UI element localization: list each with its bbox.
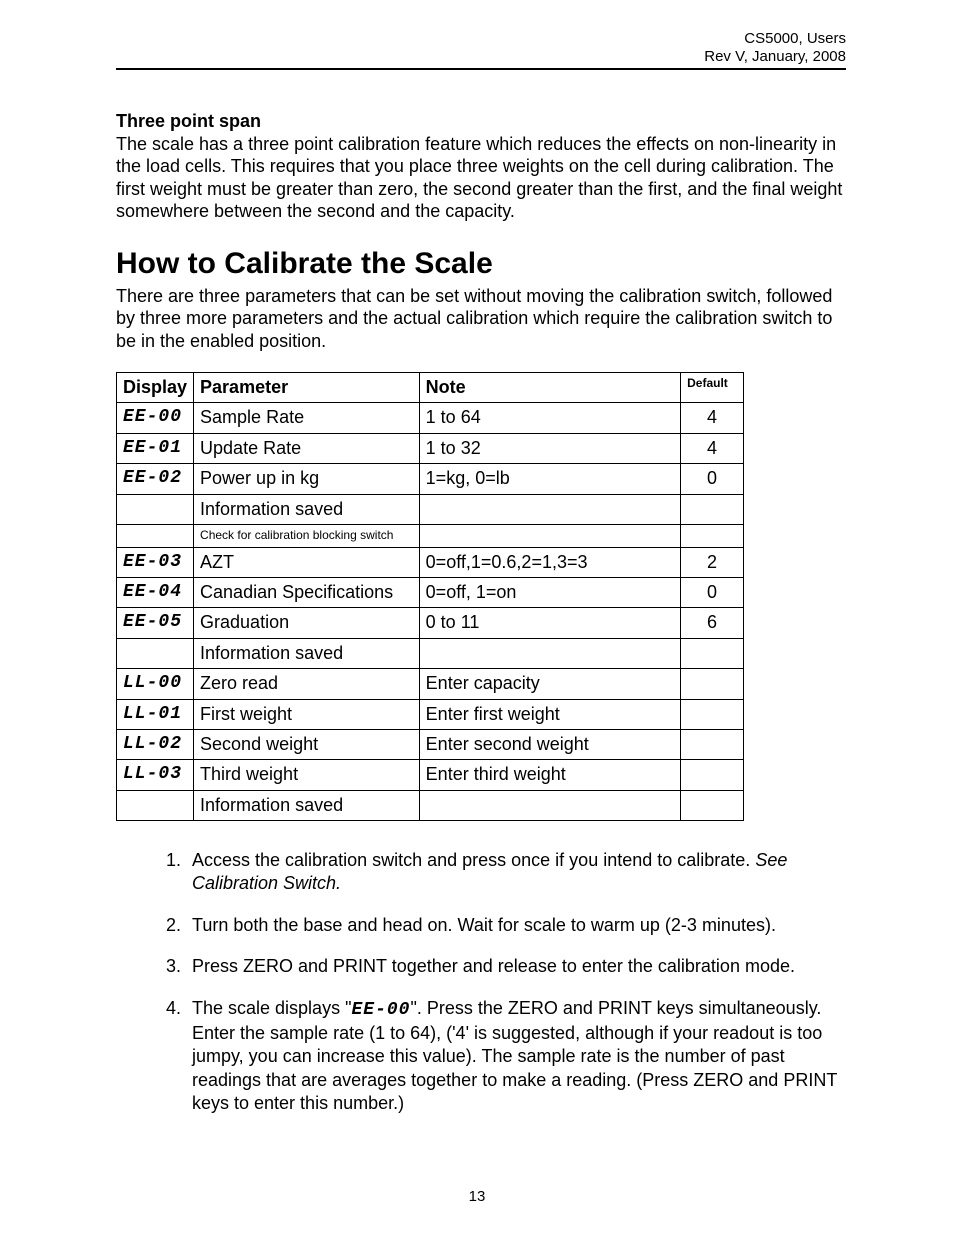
cell-note: 0 to 11 <box>419 608 680 638</box>
table-row: EE-02Power up in kg1=kg, 0=lb0 <box>117 464 744 494</box>
cell-display: EE-02 <box>117 464 194 494</box>
cell-default <box>681 790 744 820</box>
three-point-section: Three point span The scale has a three p… <box>116 110 846 223</box>
cell-parameter: Second weight <box>194 729 420 759</box>
cell-display: LL-01 <box>117 699 194 729</box>
cell-default: 4 <box>681 433 744 463</box>
cell-parameter: Zero read <box>194 669 420 699</box>
table-row: EE-00Sample Rate1 to 644 <box>117 403 744 433</box>
cell-display: EE-01 <box>117 433 194 463</box>
cell-default <box>681 524 744 547</box>
cell-note <box>419 494 680 524</box>
step-3: Press ZERO and PRINT together and releas… <box>186 955 846 978</box>
cell-note: Enter second weight <box>419 729 680 759</box>
cell-note: Enter third weight <box>419 760 680 790</box>
calibration-table: Display Parameter Note Default EE-00Samp… <box>116 372 744 821</box>
cell-default: 0 <box>681 464 744 494</box>
table-row: EE-01Update Rate1 to 324 <box>117 433 744 463</box>
cell-parameter: Information saved <box>194 638 420 668</box>
three-point-heading: Three point span <box>116 111 261 131</box>
doc-header: CS5000, Users Rev V, January, 2008 <box>116 30 846 66</box>
table-row: LL-02Second weightEnter second weight <box>117 729 744 759</box>
th-display: Display <box>117 373 194 403</box>
cell-display: EE-05 <box>117 608 194 638</box>
table-row: LL-00Zero readEnter capacity <box>117 669 744 699</box>
cell-note: 0=off, 1=on <box>419 577 680 607</box>
step-4: The scale displays "EE-00". Press the ZE… <box>186 997 846 1116</box>
table-row: EE-04Canadian Specifications0=off, 1=on0 <box>117 577 744 607</box>
cell-default: 2 <box>681 547 744 577</box>
cell-parameter: Canadian Specifications <box>194 577 420 607</box>
table-row: Information saved <box>117 790 744 820</box>
table-row: EE-03AZT0=off,1=0.6,2=1,3=32 <box>117 547 744 577</box>
header-line-2: Rev V, January, 2008 <box>116 48 846 66</box>
cell-note <box>419 790 680 820</box>
th-note: Note <box>419 373 680 403</box>
cell-default <box>681 729 744 759</box>
cell-display: EE-04 <box>117 577 194 607</box>
cell-display <box>117 638 194 668</box>
cell-display: EE-00 <box>117 403 194 433</box>
th-default: Default <box>681 373 744 403</box>
step-2: Turn both the base and head on. Wait for… <box>186 914 846 937</box>
cell-note <box>419 524 680 547</box>
cell-default <box>681 638 744 668</box>
cell-note <box>419 638 680 668</box>
cell-note: 1 to 32 <box>419 433 680 463</box>
intro-paragraph: There are three parameters that can be s… <box>116 285 846 353</box>
cell-display: EE-03 <box>117 547 194 577</box>
step-4-code: EE-00 <box>351 1000 410 1020</box>
cell-default: 6 <box>681 608 744 638</box>
cell-default <box>681 760 744 790</box>
cell-parameter: Graduation <box>194 608 420 638</box>
cell-display: LL-02 <box>117 729 194 759</box>
cell-display: LL-00 <box>117 669 194 699</box>
table-row: Check for calibration blocking switch <box>117 524 744 547</box>
cell-display <box>117 524 194 547</box>
table-row: EE-05Graduation0 to 116 <box>117 608 744 638</box>
th-parameter: Parameter <box>194 373 420 403</box>
cell-parameter: Sample Rate <box>194 403 420 433</box>
cell-default <box>681 699 744 729</box>
page-number: 13 <box>0 1188 954 1205</box>
cell-parameter: Update Rate <box>194 433 420 463</box>
cell-display <box>117 494 194 524</box>
cell-parameter: AZT <box>194 547 420 577</box>
table-row: Information saved <box>117 638 744 668</box>
cell-display <box>117 790 194 820</box>
cell-parameter: Third weight <box>194 760 420 790</box>
step-1-text: Access the calibration switch and press … <box>192 850 755 870</box>
step-1: Access the calibration switch and press … <box>186 849 846 896</box>
cell-note: Enter first weight <box>419 699 680 729</box>
table-row: Information saved <box>117 494 744 524</box>
cell-default: 4 <box>681 403 744 433</box>
cell-parameter: Check for calibration blocking switch <box>194 524 420 547</box>
cell-display: LL-03 <box>117 760 194 790</box>
page-title: How to Calibrate the Scale <box>116 247 846 281</box>
cell-parameter: First weight <box>194 699 420 729</box>
step-4-a: The scale displays " <box>192 998 351 1018</box>
cell-note: 0=off,1=0.6,2=1,3=3 <box>419 547 680 577</box>
three-point-body: The scale has a three point calibration … <box>116 134 842 222</box>
cell-parameter: Power up in kg <box>194 464 420 494</box>
steps-list: Access the calibration switch and press … <box>116 849 846 1116</box>
cell-parameter: Information saved <box>194 494 420 524</box>
header-line-1: CS5000, Users <box>116 30 846 48</box>
cell-default: 0 <box>681 577 744 607</box>
cell-note: Enter capacity <box>419 669 680 699</box>
cell-default <box>681 494 744 524</box>
cell-parameter: Information saved <box>194 790 420 820</box>
cell-note: 1=kg, 0=lb <box>419 464 680 494</box>
cell-default <box>681 669 744 699</box>
table-row: LL-01First weightEnter first weight <box>117 699 744 729</box>
table-row: LL-03Third weightEnter third weight <box>117 760 744 790</box>
cell-note: 1 to 64 <box>419 403 680 433</box>
header-rule <box>116 68 846 70</box>
